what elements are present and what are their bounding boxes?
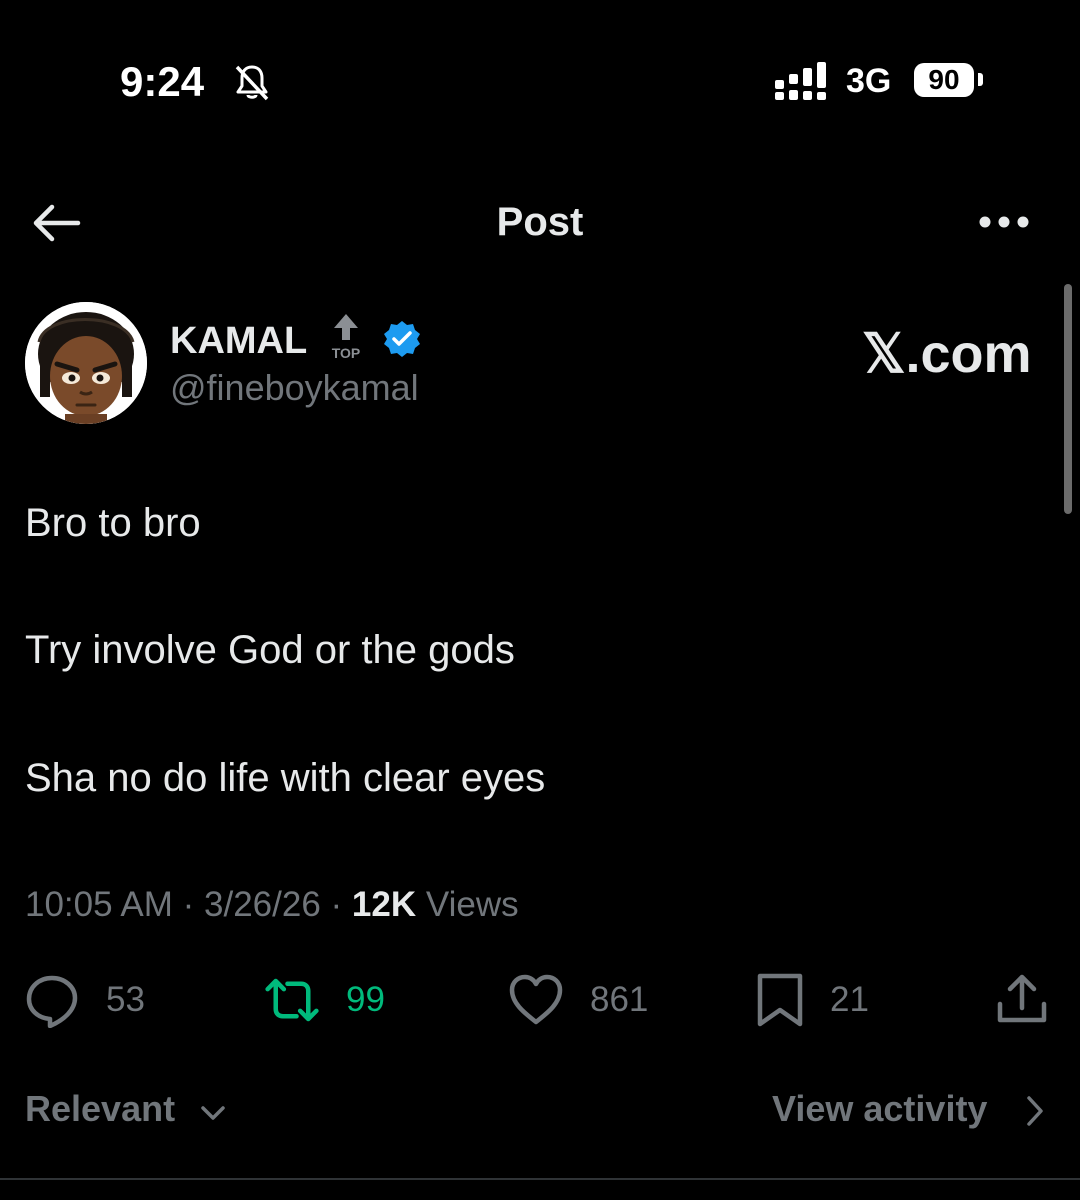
sort-relevant-button[interactable]: Relevant (25, 1088, 175, 1130)
meta-separator: · (330, 885, 352, 924)
watermark-text: 𝕏.com (862, 324, 1032, 384)
top-arrow-icon: TOP (332, 314, 361, 361)
bookmark-icon[interactable] (752, 972, 808, 1028)
avatar[interactable] (25, 302, 147, 424)
chevron-right-icon[interactable] (1022, 1094, 1048, 1128)
post-text-line: Try involve God or the gods (25, 628, 515, 672)
reply-count[interactable]: 53 (106, 980, 145, 1020)
page-title: Post (496, 200, 584, 244)
post-time: 10:05 AM (25, 885, 173, 924)
author-name[interactable]: KAMAL (170, 320, 307, 363)
battery-tip (978, 73, 983, 86)
top-badge-text: TOP (332, 345, 361, 361)
chevron-down-icon[interactable] (198, 1098, 228, 1128)
views-label[interactable]: Views (426, 885, 519, 924)
signal-icon (775, 62, 826, 100)
like-heart-icon[interactable] (508, 972, 564, 1028)
author-handle[interactable]: @fineboykamal (170, 367, 419, 409)
post-text-line: Bro to bro (25, 501, 201, 545)
more-options-icon[interactable] (977, 205, 1031, 239)
avatar-image (25, 302, 147, 424)
views-count[interactable]: 12K (352, 885, 416, 924)
status-time: 9:24 (120, 58, 205, 105)
bell-muted-icon (235, 65, 269, 101)
reply-icon[interactable] (24, 972, 80, 1028)
post-date: 3/26/26 (204, 885, 321, 924)
repost-count[interactable]: 99 (346, 980, 385, 1020)
network-type: 3G (846, 62, 892, 100)
meta-separator: · (182, 885, 205, 924)
scrollbar[interactable] (1064, 284, 1072, 514)
battery-level: 90 (914, 63, 974, 97)
post-text-line: Sha no do life with clear eyes (25, 756, 546, 800)
view-activity-link[interactable]: View activity (772, 1088, 987, 1130)
post-meta: 10:05 AM · 3/26/26 · 12K Views (25, 885, 519, 925)
repost-icon[interactable] (264, 972, 320, 1028)
bookmark-count[interactable]: 21 (830, 980, 869, 1020)
share-icon[interactable] (994, 972, 1050, 1028)
verified-badge-icon (384, 321, 420, 357)
like-count[interactable]: 861 (590, 980, 648, 1020)
divider (0, 1178, 1080, 1180)
